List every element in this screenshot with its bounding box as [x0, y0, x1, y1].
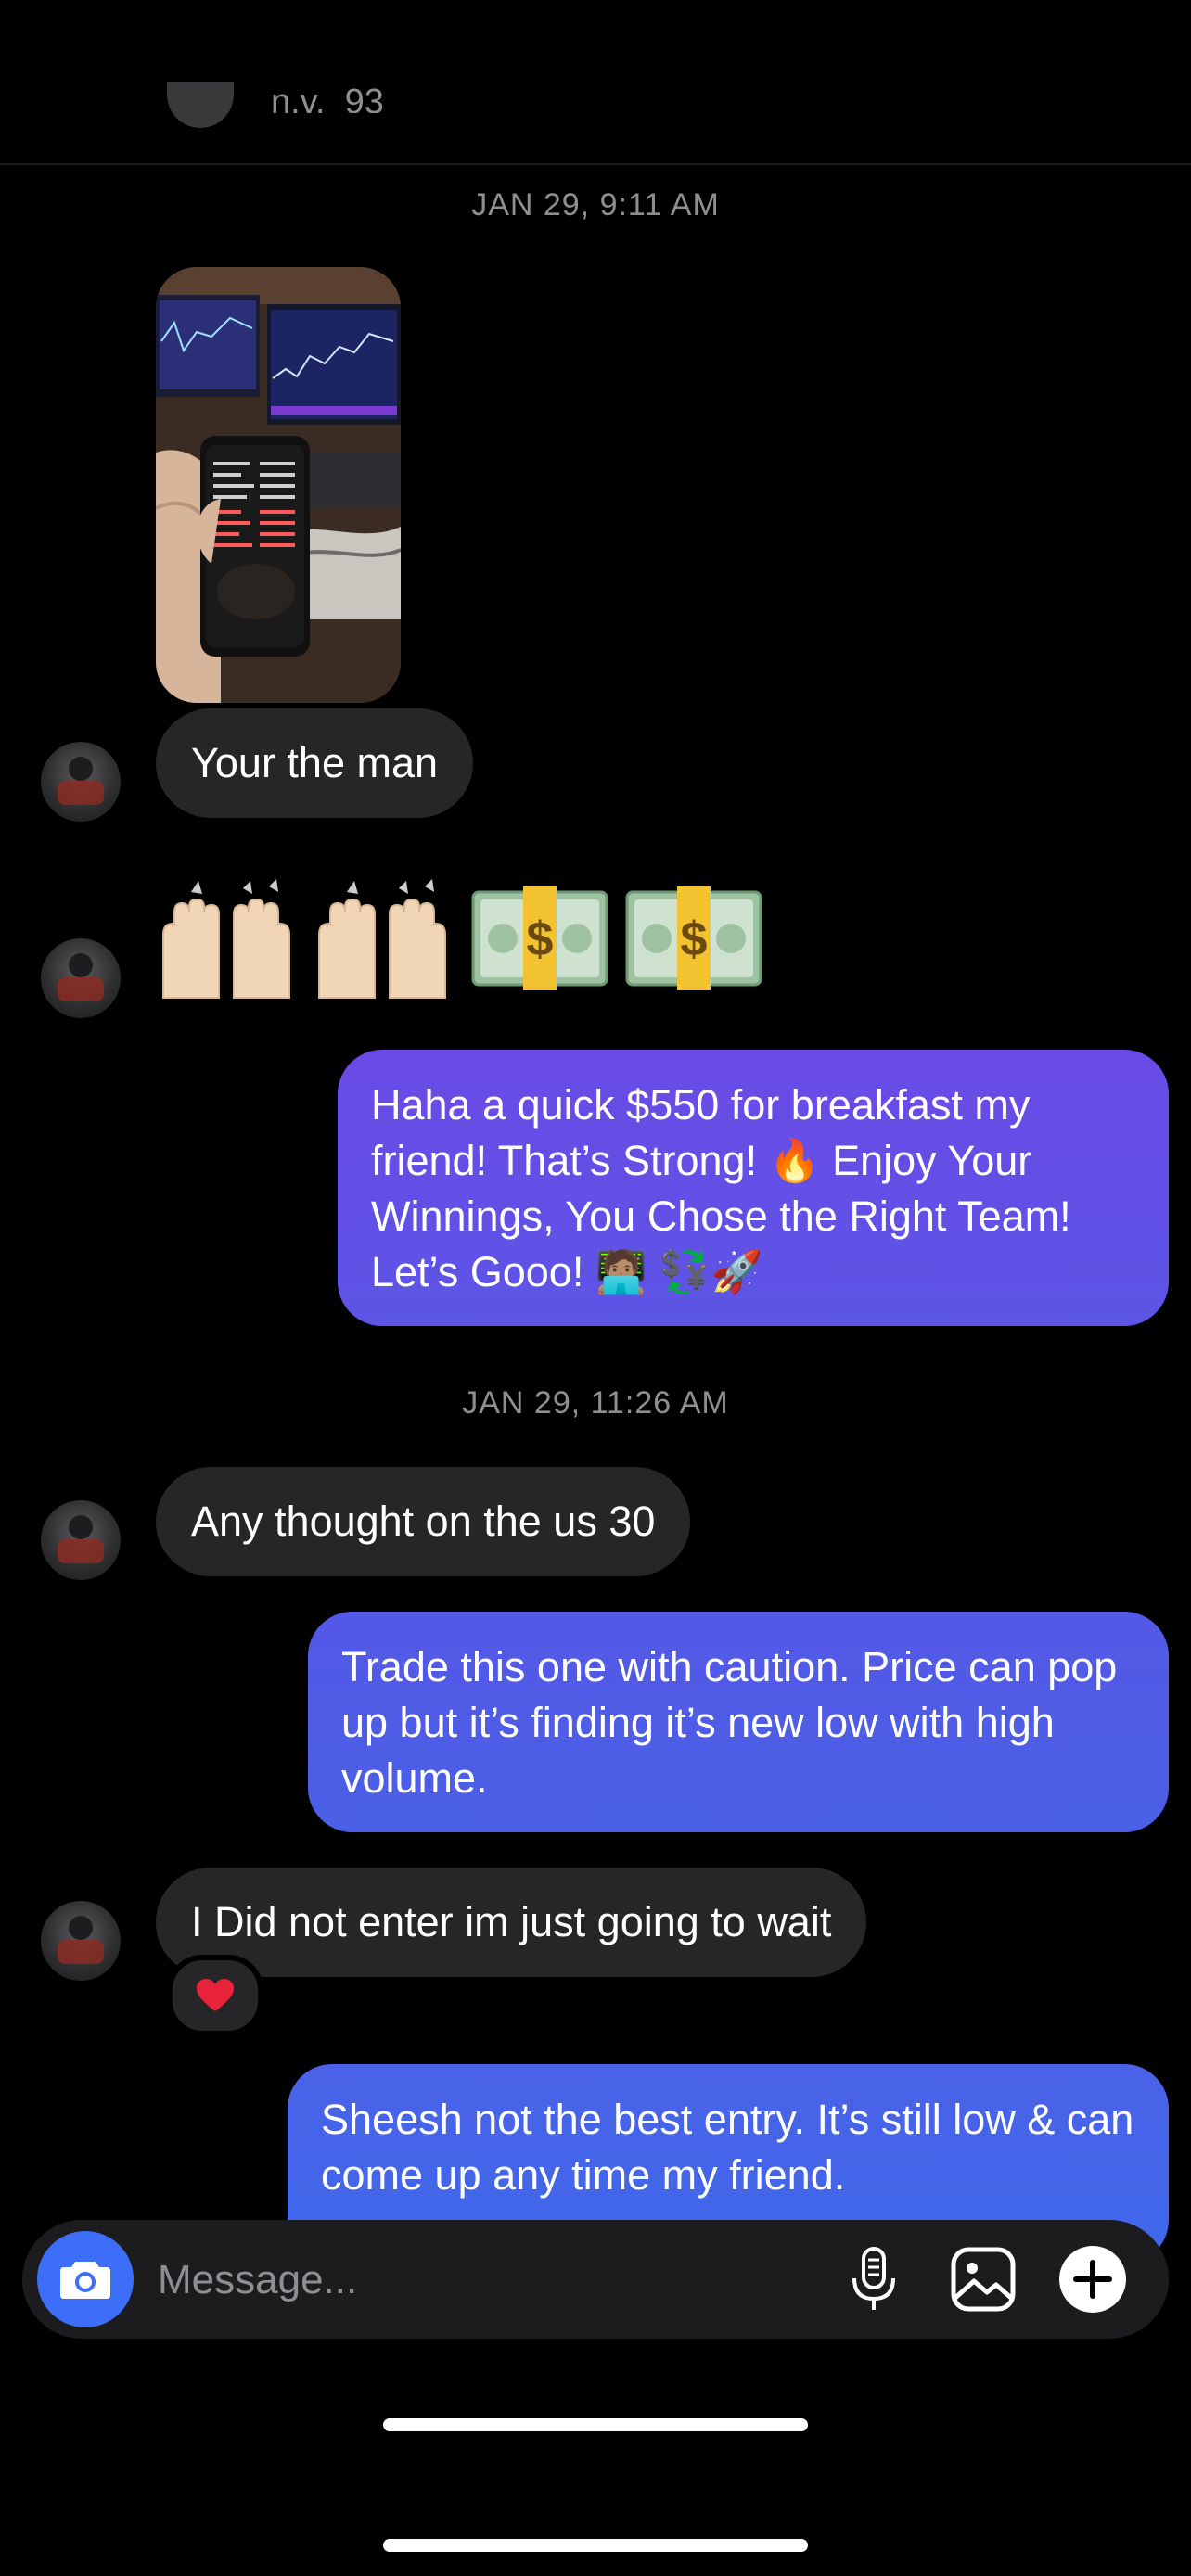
- camera-button[interactable]: [37, 2231, 134, 2327]
- gallery-button[interactable]: [946, 2242, 1020, 2316]
- message-composer: [22, 2220, 1169, 2339]
- camera-icon: [60, 2262, 110, 2299]
- heart-reaction[interactable]: [167, 1955, 263, 2036]
- money-bill-emoji: $: [471, 886, 608, 990]
- contact-avatar[interactable]: [41, 1500, 121, 1580]
- header-avatar[interactable]: [167, 82, 234, 128]
- money-bill-emoji: $: [625, 886, 762, 990]
- timestamp: JAN 29, 11:26 AM: [462, 1385, 729, 1421]
- heart-icon: [197, 1979, 234, 2011]
- shared-photo[interactable]: [156, 267, 401, 703]
- plus-icon: [1059, 2246, 1126, 2313]
- home-indicator[interactable]: [383, 2539, 808, 2552]
- home-indicator[interactable]: [383, 2418, 808, 2431]
- contact-avatar[interactable]: [41, 742, 121, 822]
- gallery-icon: [951, 2247, 1016, 2312]
- more-button[interactable]: [1056, 2242, 1130, 2316]
- incoming-message[interactable]: I Did not enter im just going to wait: [156, 1868, 867, 1977]
- contact-avatar[interactable]: [41, 1901, 121, 1981]
- timestamp: JAN 29, 9:11 AM: [471, 187, 720, 223]
- message-text: Sheesh not the best entry. It’s still lo…: [321, 2096, 1134, 2199]
- outgoing-message[interactable]: Trade this one with caution. Price can p…: [308, 1612, 1169, 1832]
- raising-hands-emoji: [162, 879, 290, 999]
- emoji-message[interactable]: $ $: [154, 879, 768, 1000]
- message-text: Any thought on the us 30: [191, 1498, 656, 1545]
- microphone-icon: [852, 2247, 895, 2310]
- trading-desk-photo: [156, 267, 401, 703]
- message-text: Haha a quick $550 for breakfast my frien…: [371, 1081, 1071, 1295]
- microphone-button[interactable]: [837, 2242, 911, 2316]
- header-username[interactable]: n.v._93: [271, 76, 384, 113]
- message-text: I Did not enter im just going to wait: [191, 1898, 832, 1945]
- message-input[interactable]: [156, 2248, 809, 2313]
- header-divider: [0, 163, 1191, 165]
- svg-text:$: $: [527, 912, 554, 966]
- raising-hands-emoji: [318, 879, 446, 999]
- svg-text:$: $: [681, 912, 708, 966]
- incoming-message[interactable]: Your the man: [156, 708, 474, 818]
- outgoing-message[interactable]: Haha a quick $550 for breakfast my frien…: [338, 1050, 1169, 1326]
- message-text: Trade this one with caution. Price can p…: [341, 1643, 1118, 1802]
- message-text: Your the man: [191, 739, 439, 786]
- incoming-message[interactable]: Any thought on the us 30: [156, 1467, 691, 1576]
- contact-avatar[interactable]: [41, 938, 121, 1018]
